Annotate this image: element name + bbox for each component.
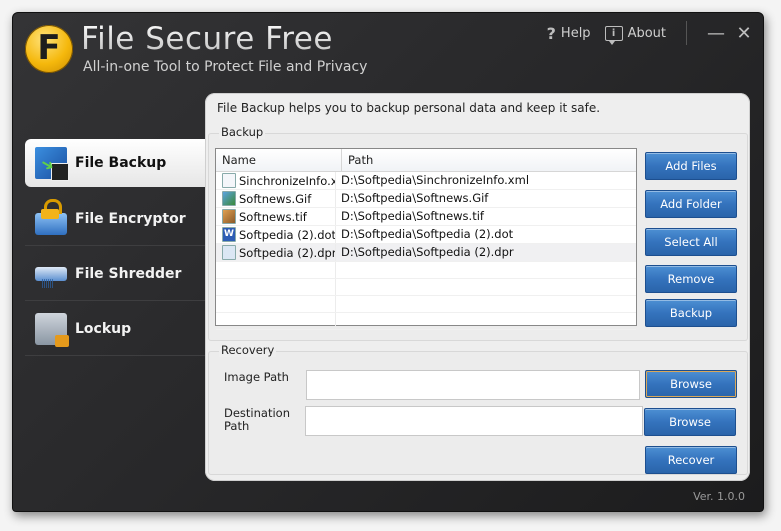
file-path: D:\Softpedia\Softnews.tif xyxy=(341,209,484,223)
app-subtitle: All-in-one Tool to Protect File and Priv… xyxy=(83,59,368,75)
file-name: Softpedia (2).dpr xyxy=(239,245,336,260)
close-button[interactable]: ✕ xyxy=(733,23,755,44)
backup-group: Backup Name Path SinchronizeInfo.xml D:\… xyxy=(208,125,748,341)
file-backup-icon xyxy=(35,147,69,181)
destination-browse-button[interactable]: Browse xyxy=(644,408,736,436)
backup-group-label: Backup xyxy=(219,125,266,139)
about-link[interactable]: i About xyxy=(604,25,666,45)
sidebar-item-file-shredder[interactable]: File Shredder xyxy=(25,248,205,301)
file-name: Softnews.tif xyxy=(239,209,307,224)
add-files-button[interactable]: Add Files xyxy=(645,152,737,180)
image-path-label: Image Path xyxy=(224,370,289,384)
file-name: Softnews.Gif xyxy=(239,191,312,206)
file-name: SinchronizeInfo.xml xyxy=(239,173,335,188)
about-label: About xyxy=(627,25,666,41)
table-row[interactable]: Softpedia (2).dpr D:\Softpedia\Softpedia… xyxy=(216,244,636,262)
help-icon: ? xyxy=(546,23,556,43)
info-bubble-icon: i xyxy=(604,25,623,45)
destination-path-label: Destination Path xyxy=(224,407,290,433)
recover-button[interactable]: Recover xyxy=(645,446,737,474)
main-panel: File Backup helps you to backup personal… xyxy=(205,93,750,481)
destination-path-input[interactable] xyxy=(305,406,643,436)
minimize-button[interactable]: — xyxy=(705,23,727,44)
tif-file-icon xyxy=(222,209,236,224)
table-row[interactable]: SinchronizeInfo.xml D:\Softpedia\Sinchro… xyxy=(216,172,636,190)
app-logo-icon: F xyxy=(25,25,73,73)
sidebar-item-label: File Shredder xyxy=(75,266,182,282)
lockup-icon xyxy=(35,313,69,347)
help-label: Help xyxy=(560,25,591,41)
top-navigation: ? Help i About — ✕ xyxy=(547,21,755,45)
sidebar-item-label: File Encryptor xyxy=(75,211,186,227)
sidebar-item-file-backup[interactable]: File Backup xyxy=(25,139,205,187)
gif-file-icon xyxy=(222,191,236,206)
sidebar-item-label: Lockup xyxy=(75,321,132,337)
file-encryptor-icon xyxy=(35,199,67,235)
sidebar: File Backup File Encryptor File Shredder… xyxy=(25,139,205,358)
sidebar-item-label: File Backup xyxy=(75,155,167,171)
file-list-header: Name Path xyxy=(216,149,636,172)
file-list[interactable]: Name Path SinchronizeInfo.xml D:\Softped… xyxy=(215,148,637,330)
logo-letter: F xyxy=(37,28,61,68)
image-path-browse-button[interactable]: Browse xyxy=(645,370,737,398)
file-path: D:\Softpedia\Softnews.Gif xyxy=(341,191,489,205)
xml-file-icon xyxy=(222,173,236,188)
table-row[interactable]: Softnews.Gif D:\Softpedia\Softnews.Gif xyxy=(216,190,636,208)
remove-button[interactable]: Remove xyxy=(645,265,737,293)
recovery-group: Recovery Image Path Browse Destination P… xyxy=(208,343,748,475)
empty-row xyxy=(216,313,636,330)
table-row[interactable]: Softnews.tif D:\Softpedia\Softnews.tif xyxy=(216,208,636,226)
column-header-path[interactable]: Path xyxy=(342,149,636,171)
word-file-icon: W xyxy=(222,227,236,242)
divider xyxy=(686,21,687,45)
version-label: Ver. 1.0.0 xyxy=(693,490,745,503)
sidebar-item-lockup[interactable]: Lockup xyxy=(25,303,205,356)
add-folder-button[interactable]: Add Folder xyxy=(645,190,737,218)
backup-button[interactable]: Backup xyxy=(645,299,737,327)
file-shredder-icon xyxy=(35,267,67,289)
file-name: Softpedia (2).dot xyxy=(239,227,336,242)
help-link[interactable]: ? Help xyxy=(547,24,591,43)
generic-file-icon xyxy=(222,245,236,260)
table-row[interactable]: W Softpedia (2).dot D:\Softpedia\Softpedi… xyxy=(216,226,636,244)
sidebar-item-file-encryptor[interactable]: File Encryptor xyxy=(25,193,205,246)
empty-row xyxy=(216,279,636,296)
empty-row xyxy=(216,262,636,279)
app-title: File Secure Free xyxy=(81,21,333,57)
recovery-group-label: Recovery xyxy=(219,343,277,357)
image-path-input[interactable] xyxy=(306,370,640,400)
empty-row xyxy=(216,296,636,313)
file-path: D:\Softpedia\SinchronizeInfo.xml xyxy=(341,173,530,187)
destination-label-line2: Path xyxy=(224,419,250,433)
file-path: D:\Softpedia\Softpedia (2).dpr xyxy=(341,245,514,259)
column-header-name[interactable]: Name xyxy=(216,149,342,171)
app-window: F File Secure Free All-in-one Tool to Pr… xyxy=(12,12,764,512)
file-path: D:\Softpedia\Softpedia (2).dot xyxy=(341,227,514,241)
panel-description: File Backup helps you to backup personal… xyxy=(217,101,601,115)
select-all-button[interactable]: Select All xyxy=(645,228,737,256)
